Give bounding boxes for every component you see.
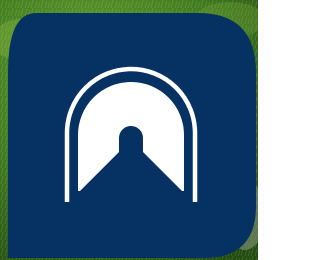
- tunnel-icon: [64, 66, 198, 202]
- tunnel-app-icon: [0, 0, 258, 260]
- icon-canvas: [0, 0, 258, 260]
